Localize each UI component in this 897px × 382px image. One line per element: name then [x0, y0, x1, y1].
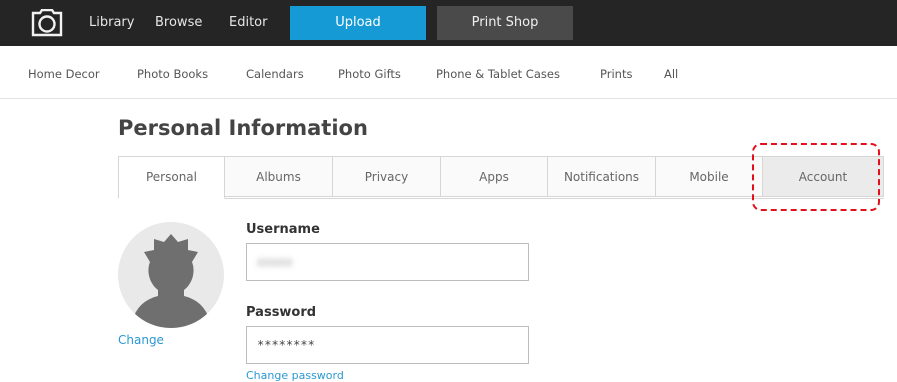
tab-personal[interactable]: Personal — [118, 156, 225, 199]
tab-privacy[interactable]: Privacy — [333, 156, 441, 197]
category-home-decor[interactable]: Home Decor — [28, 67, 100, 81]
category-photo-gifts[interactable]: Photo Gifts — [338, 67, 401, 81]
username-value: xxxxx — [257, 255, 293, 269]
top-navigation-bar: Library Browse Editor Upload Print Shop — [0, 0, 897, 46]
account-tab-highlight — [752, 143, 880, 211]
page-title: Personal Information — [118, 116, 368, 140]
avatar — [118, 222, 224, 328]
change-avatar-link[interactable]: Change — [118, 333, 164, 347]
upload-button[interactable]: Upload — [290, 6, 426, 40]
password-label: Password — [246, 305, 317, 320]
username-label: Username — [246, 222, 320, 237]
camera-logo-icon[interactable] — [30, 9, 64, 37]
category-prints[interactable]: Prints — [600, 67, 632, 81]
category-photo-books[interactable]: Photo Books — [137, 67, 208, 81]
tab-mobile[interactable]: Mobile — [656, 156, 763, 197]
category-calendars[interactable]: Calendars — [246, 67, 304, 81]
tab-albums[interactable]: Albums — [225, 156, 333, 197]
password-field[interactable]: ******** — [246, 326, 529, 364]
tab-apps[interactable]: Apps — [441, 156, 548, 197]
username-field[interactable]: xxxxx — [246, 243, 529, 281]
nav-library[interactable]: Library — [89, 15, 134, 30]
category-phone-tablet-cases[interactable]: Phone & Tablet Cases — [436, 67, 560, 81]
default-user-silhouette-icon — [134, 234, 208, 328]
print-shop-button[interactable]: Print Shop — [437, 6, 573, 40]
tab-notifications[interactable]: Notifications — [548, 156, 656, 197]
nav-editor[interactable]: Editor — [229, 15, 267, 30]
category-all[interactable]: All — [664, 67, 678, 81]
category-bar: Home Decor Photo Books Calendars Photo G… — [0, 46, 897, 99]
nav-browse[interactable]: Browse — [155, 15, 202, 30]
